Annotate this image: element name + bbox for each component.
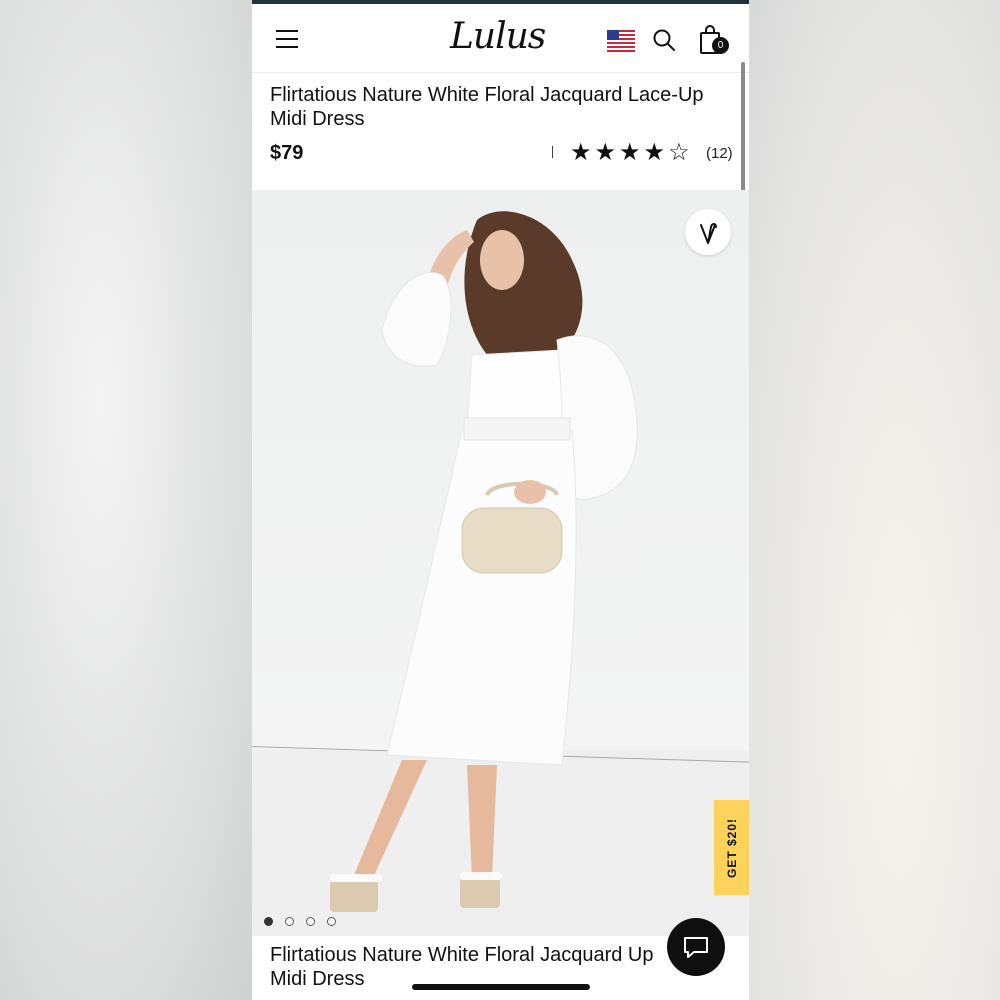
product-title: Flirtatious Nature White Floral Jacquard… xyxy=(270,84,704,130)
phone-screen: Lulus 0 Flirtatious Nature White Floral … xyxy=(252,0,749,1000)
carousel-dot-4[interactable] xyxy=(327,917,336,926)
rating-stars[interactable]: ★★★★☆ xyxy=(570,139,693,167)
search-icon[interactable] xyxy=(652,28,676,52)
home-indicator[interactable] xyxy=(412,984,590,990)
product-price: $79 xyxy=(270,142,304,164)
carousel-dots xyxy=(264,913,348,926)
carousel-dot-1[interactable] xyxy=(264,917,273,926)
review-count[interactable]: (12) xyxy=(706,145,733,162)
chat-button[interactable] xyxy=(667,918,725,976)
product-image[interactable]: GET $20! xyxy=(252,190,749,936)
carousel-dot-3[interactable] xyxy=(306,917,315,926)
us-flag-icon[interactable] xyxy=(607,30,635,52)
site-logo[interactable]: Lulus xyxy=(450,16,546,57)
carousel-dot-2[interactable] xyxy=(285,917,294,926)
background-right xyxy=(749,0,1000,1000)
promo-tab[interactable]: GET $20! xyxy=(714,800,749,895)
menu-icon[interactable] xyxy=(276,30,298,48)
heart-icon xyxy=(700,223,717,244)
cart-count-badge: 0 xyxy=(712,37,729,54)
model-illustration xyxy=(330,211,638,912)
background-left xyxy=(0,0,252,1000)
divider xyxy=(552,146,553,158)
site-header: Lulus 0 xyxy=(252,4,749,73)
chat-icon xyxy=(684,937,708,958)
promo-label: GET $20! xyxy=(724,817,739,878)
favorite-button[interactable] xyxy=(685,209,731,255)
